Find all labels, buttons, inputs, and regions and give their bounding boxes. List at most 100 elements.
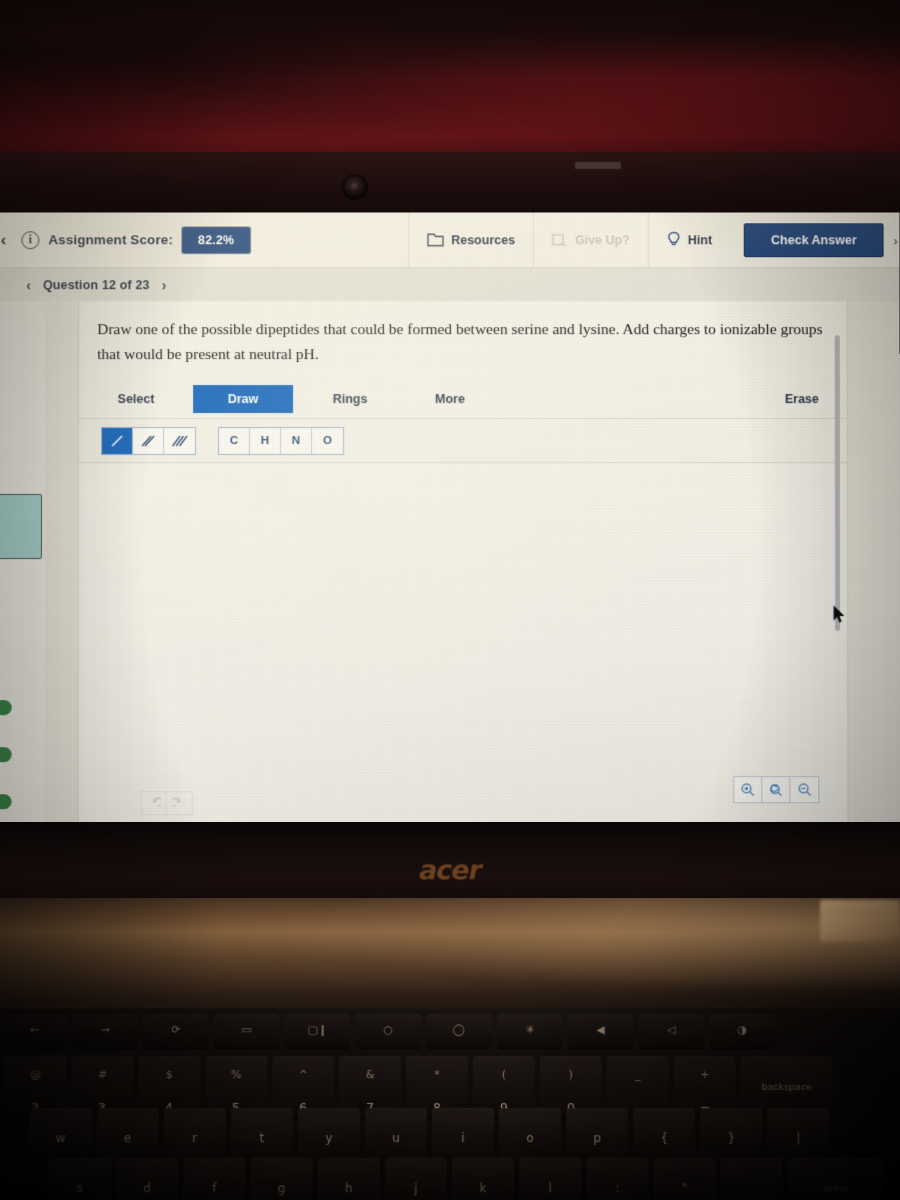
key-fn-6[interactable]: ◯: [426, 1014, 492, 1049]
key-glyph: ←: [29, 1023, 39, 1037]
bleed-indicator-pill: [0, 794, 12, 810]
key-shift-glyph: $: [165, 1068, 173, 1082]
previous-question-button[interactable]: ‹: [26, 277, 31, 293]
bleed-teal-panel: [0, 494, 43, 560]
key-fn-9[interactable]: ◁: [638, 1014, 705, 1049]
single-bond-tool[interactable]: [102, 427, 134, 454]
zoom-out-icon[interactable]: [790, 777, 818, 802]
lightbulb-icon: [667, 231, 681, 248]
atom-button-n[interactable]: N: [281, 427, 313, 454]
key-j[interactable]: j: [384, 1158, 447, 1200]
next-question-button[interactable]: ›: [162, 277, 167, 293]
key-glyph: ▭: [241, 1023, 252, 1037]
key-glyph: ◑: [737, 1023, 747, 1037]
canvas-zoom-controls: [733, 776, 820, 804]
key-shift-glyph: @: [29, 1068, 42, 1082]
background-shadow: [0, 0, 900, 78]
key-fn-4[interactable]: ▢❙: [284, 1014, 351, 1049]
canvas-scrollbar[interactable]: [834, 335, 841, 632]
tab-rings[interactable]: Rings: [307, 385, 393, 413]
tab-more[interactable]: More: [407, 385, 493, 413]
zoom-reset-icon[interactable]: [762, 777, 791, 803]
key-glyph: ▢❙: [307, 1023, 328, 1037]
hint-label: Hint: [687, 232, 713, 247]
key-glyph: ◁: [667, 1023, 676, 1037]
atom-button-o[interactable]: O: [312, 428, 343, 454]
bleed-indicator-pill: [0, 747, 12, 763]
assignment-header-bar: ‹ i Assignment Score: 82.2% Resources Gi…: [0, 212, 900, 269]
drawing-tool-tabs: Select Draw Rings More Erase: [79, 379, 847, 420]
key-s[interactable]: s: [48, 1158, 112, 1200]
left-page-bleed: [0, 212, 46, 825]
bezel-top-edge: [0, 152, 900, 214]
give-up-button: Give Up?: [533, 212, 648, 268]
redo-icon[interactable]: [167, 792, 192, 814]
history-controls: [140, 791, 193, 816]
keyboard-function-row[interactable]: ← → ⟳ ▭ ▢❙ ○ ◯ ✳ ◀ ◁ ◑: [1, 1014, 776, 1049]
acer-brand-logo: acer: [419, 855, 482, 886]
bezel-sticker: [575, 162, 621, 169]
key-g[interactable]: g: [250, 1158, 313, 1200]
key-fn-5[interactable]: ○: [355, 1014, 422, 1049]
key-:[interactable]: :: [586, 1158, 649, 1200]
question-counter-label: Question 12 of 23: [42, 277, 150, 292]
check-answer-button[interactable]: Check Answer: [744, 222, 884, 257]
tab-select[interactable]: Select: [93, 385, 179, 413]
resources-button[interactable]: Resources: [408, 212, 534, 268]
undo-icon[interactable]: [141, 792, 167, 815]
key-enter[interactable]: enter: [787, 1158, 885, 1200]
folder-icon: [427, 232, 445, 247]
key-shift-glyph: &: [365, 1068, 375, 1082]
hint-button[interactable]: Hint: [647, 212, 731, 268]
photo-of-laptop-screen: ‹ i Assignment Score: 82.2% Resources Gi…: [0, 0, 900, 1200]
triple-bond-tool[interactable]: [164, 428, 195, 454]
info-icon[interactable]: i: [21, 230, 40, 249]
key-fn-0[interactable]: ←: [1, 1014, 68, 1049]
question-card: Draw one of the possible dipeptides that…: [77, 301, 849, 825]
keyboard-home-row[interactable]: s d f g h j k l: " enter: [48, 1158, 885, 1200]
key-h[interactable]: h: [317, 1158, 380, 1200]
atom-button-h[interactable]: H: [250, 427, 282, 454]
key-shift-glyph: ^: [298, 1068, 308, 1082]
assignment-score-label: Assignment Score:: [48, 232, 173, 248]
give-up-label: Give Up?: [575, 232, 630, 247]
key-fn-1[interactable]: →: [71, 1014, 139, 1049]
bleed-indicator-pill: [0, 700, 12, 716]
atom-button-c[interactable]: C: [219, 427, 251, 454]
key-f[interactable]: f: [182, 1158, 246, 1200]
key-shift-glyph: (: [501, 1068, 507, 1082]
key-fn-8[interactable]: ◀: [567, 1014, 634, 1049]
key-glyph: ✳: [525, 1023, 535, 1037]
key-"[interactable]: ": [653, 1158, 717, 1200]
drawing-tool-palette: C H N O: [79, 419, 847, 464]
zoom-in-icon[interactable]: [734, 777, 763, 803]
card-right-gutter: [847, 301, 900, 825]
header-right-edge-arrow[interactable]: ›: [894, 234, 898, 248]
mouse-cursor: [833, 605, 846, 629]
webcam-icon: [342, 174, 368, 200]
header-back-button[interactable]: ‹: [0, 230, 16, 250]
key-blank[interactable]: [720, 1158, 784, 1200]
tab-draw[interactable]: Draw: [193, 384, 294, 413]
key-glyph: ⟳: [171, 1023, 181, 1037]
laptop-screen: ‹ i Assignment Score: 82.2% Resources Gi…: [0, 212, 900, 825]
key-fn-7[interactable]: ✳: [496, 1014, 563, 1049]
key-glyph: ○: [383, 1023, 393, 1037]
key-fn-2[interactable]: ⟳: [142, 1014, 209, 1049]
laptop-keyboard[interactable]: ←→⟳▭▢❙○◯✳◀◁◑ @2#3$4%5^6&7*8(9)0_-+=backs…: [0, 1008, 900, 1200]
question-prompt-text: Draw one of the possible dipeptides that…: [97, 321, 823, 364]
key-fn-10[interactable]: ◑: [709, 1014, 776, 1049]
key-k[interactable]: k: [452, 1158, 515, 1200]
key-shift-glyph: +: [700, 1068, 710, 1082]
give-up-icon: [552, 232, 568, 248]
key-shift-glyph: %: [230, 1068, 242, 1082]
key-d[interactable]: d: [115, 1158, 179, 1200]
molecule-drawing-canvas[interactable]: [78, 335, 848, 825]
assignment-score-badge: 82.2%: [181, 226, 251, 253]
key-fn-3[interactable]: ▭: [213, 1014, 280, 1049]
key-shift-glyph: *: [434, 1068, 440, 1082]
erase-button[interactable]: Erase: [785, 385, 819, 413]
question-nav-bar: ‹ Question 12 of 23 ›: [0, 268, 900, 302]
key-l[interactable]: l: [519, 1158, 582, 1200]
double-bond-tool[interactable]: [133, 427, 165, 454]
